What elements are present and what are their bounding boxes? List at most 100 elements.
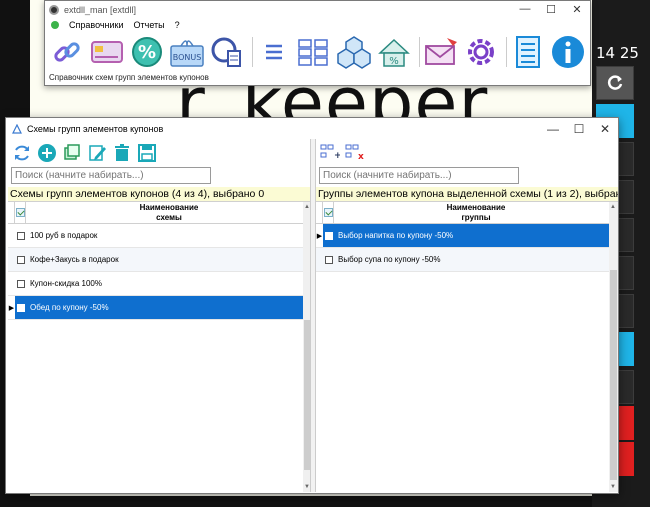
select-all-checkbox[interactable]: [323, 202, 334, 223]
grid-header: Наименование группы: [316, 202, 618, 224]
menu-item-directories[interactable]: Справочники: [69, 20, 124, 30]
copy-icon: [64, 144, 80, 160]
toolbar-separator: [506, 37, 507, 67]
status-led-icon: [51, 21, 59, 29]
row-pointer-icon: ▶: [316, 224, 323, 247]
app-icon: [49, 4, 59, 15]
groups-toolbar: + x: [316, 139, 618, 167]
maximize-button[interactable]: ☐: [566, 122, 592, 136]
row-checkbox[interactable]: [17, 255, 25, 264]
refresh-icon: [15, 145, 29, 161]
copy-button[interactable]: [61, 142, 83, 164]
dialog-titlebar: Схемы групп элементов купонов — ☐ ✕: [6, 118, 618, 139]
add-group-icon: +: [320, 144, 340, 161]
scroll-thumb[interactable]: [610, 270, 617, 480]
mail-icon[interactable]: [423, 34, 459, 70]
clock-document-icon[interactable]: [209, 34, 245, 70]
groups-grid: Наименование группы ▶ Выбор напитка по к…: [316, 201, 618, 492]
vertical-scrollbar[interactable]: ▲ ▼: [609, 202, 618, 492]
row-checkbox[interactable]: [325, 255, 333, 264]
refresh-icon: [607, 75, 623, 90]
discount-house-icon[interactable]: %: [376, 34, 412, 70]
svg-text:BONUS: BONUS: [173, 53, 202, 62]
row-checkbox[interactable]: [17, 303, 25, 312]
menu-item-reports[interactable]: Отчеты: [134, 20, 165, 30]
link-icon[interactable]: [49, 34, 85, 70]
gear-icon[interactable]: [463, 34, 499, 70]
schemes-search-input[interactable]: [11, 167, 211, 184]
remove-group-button[interactable]: x: [344, 142, 366, 164]
add-group-button[interactable]: +: [319, 142, 341, 164]
groups-search-input[interactable]: [319, 167, 519, 184]
row-name: Кофе+Закусь в подарок: [30, 255, 119, 264]
dialog-title: Схемы групп элементов купонов: [27, 123, 164, 134]
coupon-schemes-dialog: Схемы групп элементов купонов — ☐ ✕ Поис…: [5, 117, 619, 494]
extdll-window: extdll_man [extdll] — ☐ ✕ Справочники От…: [44, 0, 591, 86]
select-all-checkbox[interactable]: [15, 202, 26, 223]
scroll-up-icon[interactable]: ▲: [610, 204, 616, 210]
close-button[interactable]: ✕: [564, 3, 590, 16]
groups-pane: + x Группы элементов купона выделенной с…: [316, 139, 618, 492]
toolbar-separator: [252, 37, 253, 67]
maximize-button[interactable]: ☐: [538, 3, 564, 16]
row-name: Выбор супа по купону -50%: [338, 255, 441, 264]
row-name: Обед по купону -50%: [30, 303, 109, 312]
svg-text:x: x: [358, 152, 364, 162]
table-row[interactable]: Купон-скидка 100%: [8, 272, 312, 296]
save-icon: [138, 144, 156, 162]
row-checkbox[interactable]: [17, 231, 25, 240]
minimize-button[interactable]: —: [512, 3, 538, 16]
column-header-name[interactable]: Наименование группы: [334, 202, 618, 223]
minimize-button[interactable]: —: [540, 122, 566, 136]
row-name: 100 руб в подарок: [30, 231, 98, 240]
row-name: Выбор напитка по купону -50%: [338, 231, 454, 240]
refresh-button[interactable]: [11, 142, 33, 164]
schemes-pane: Схемы групп элементов купонов (4 из 4), …: [8, 139, 312, 492]
grid-header: Наименование схемы: [8, 202, 312, 224]
coins-icon[interactable]: [336, 34, 372, 70]
add-button[interactable]: [36, 142, 58, 164]
row-checkbox[interactable]: [17, 279, 25, 288]
clock: 14 25: [596, 44, 639, 62]
row-pointer-icon: ▶: [8, 296, 15, 319]
refresh-button[interactable]: [596, 66, 634, 100]
svg-text:%: %: [389, 56, 399, 67]
save-button[interactable]: [136, 142, 158, 164]
row-checkbox[interactable]: [325, 231, 333, 240]
list-icon[interactable]: [256, 34, 292, 70]
menu-item-help[interactable]: ?: [175, 20, 180, 30]
extdll-titlebar: extdll_man [extdll] — ☐ ✕: [45, 1, 590, 18]
bonus-icon[interactable]: BONUS: [169, 34, 205, 70]
extdll-title: extdll_man [extdll]: [64, 4, 137, 15]
toolbar-separator: [419, 37, 420, 67]
column-header-name[interactable]: Наименование схемы: [26, 202, 312, 223]
schemes-grid: Наименование схемы 100 руб в подарок Коф…: [8, 201, 312, 492]
table-row-selected[interactable]: ▶ Выбор напитка по купону -50%: [316, 224, 618, 248]
table-row[interactable]: Кофе+Закусь в подарок: [8, 248, 312, 272]
checkmark-icon: [15, 208, 25, 217]
delete-button[interactable]: [111, 142, 133, 164]
menu-bar: Справочники Отчеты ?: [45, 18, 590, 32]
schemes-toolbar: [8, 139, 312, 167]
table-row-selected[interactable]: ▶ Обед по купону -50%: [8, 296, 312, 320]
document-list-icon[interactable]: [510, 34, 546, 70]
close-button[interactable]: ✕: [592, 122, 618, 136]
svg-text:+: +: [334, 151, 340, 161]
card-icon[interactable]: [89, 34, 125, 70]
status-bar-text: Справочник схем групп элементов купонов: [49, 73, 209, 82]
checkmark-icon: [323, 208, 333, 217]
table-row[interactable]: Выбор супа по купону -50%: [316, 248, 618, 272]
pencil-icon: [89, 145, 106, 161]
trash-icon: [115, 144, 129, 161]
extdll-toolbar: % BONUS %: [49, 33, 590, 71]
percent-icon[interactable]: %: [129, 34, 165, 70]
edit-button[interactable]: [86, 142, 108, 164]
table-row[interactable]: 100 руб в подарок: [8, 224, 312, 248]
scroll-down-icon[interactable]: ▼: [610, 484, 616, 490]
remove-group-icon: x: [345, 144, 364, 162]
svg-text:%: %: [138, 42, 156, 63]
schemes-caption: Схемы групп элементов купонов (4 из 4), …: [8, 187, 312, 201]
info-icon[interactable]: [550, 34, 586, 70]
row-name: Купон-скидка 100%: [30, 279, 102, 288]
columns-icon[interactable]: [296, 34, 332, 70]
